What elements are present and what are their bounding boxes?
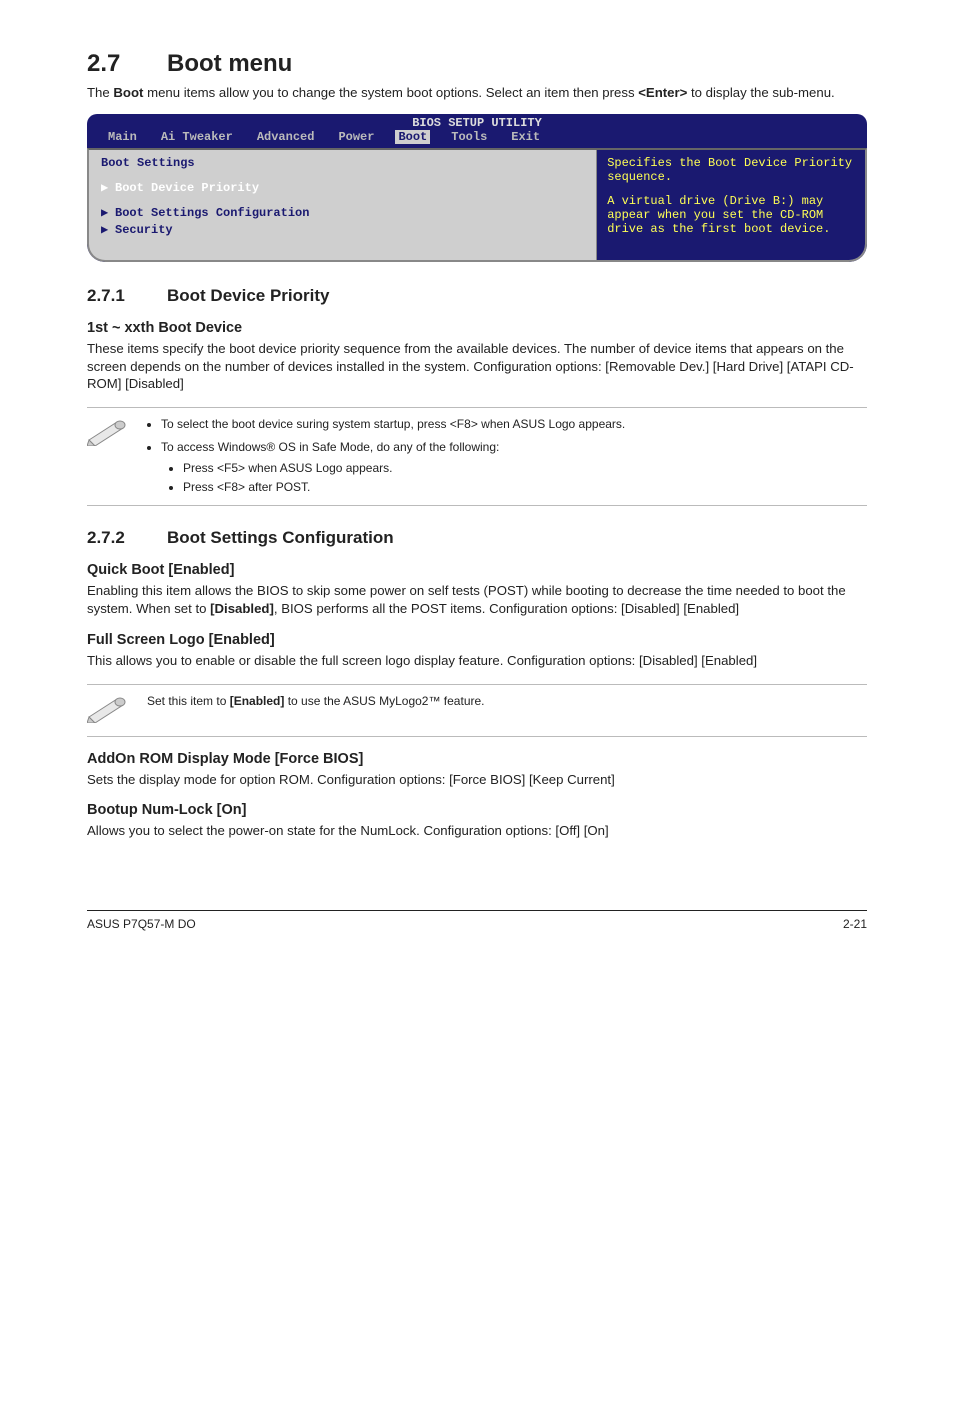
item-body-boot-device: These items specify the boot device prio… (87, 340, 867, 393)
note-block-1: To select the boot device suring system … (87, 407, 867, 506)
bios-help-bottom: A virtual drive (Drive B:) may appear wh… (607, 194, 855, 236)
note2-t1: Set this item to (147, 694, 230, 708)
bios-left-heading: Boot Settings (101, 156, 584, 170)
note2-bold: [Enabled] (230, 694, 285, 708)
item-heading-bootup-numlock: Bootup Num-Lock [On] (87, 802, 867, 818)
item-body-quick-boot: Enabling this item allows the BIOS to sk… (87, 582, 867, 618)
bios-help-top: Specifies the Boot Device Priority seque… (607, 156, 855, 184)
section-title: Boot menu (167, 50, 292, 77)
bios-row-label: Security (115, 223, 173, 237)
pencil-icon (87, 416, 129, 451)
intro-t3: to display the sub-menu. (687, 85, 834, 100)
intro-t2: menu items allow you to change the syste… (143, 85, 638, 100)
intro-b2: <Enter> (638, 85, 687, 100)
bios-tab-main: Main (105, 130, 140, 144)
subsection-title: Boot Device Priority (167, 286, 330, 305)
item-heading-full-screen-logo: Full Screen Logo [Enabled] (87, 632, 867, 648)
item-body-full-screen-logo: This allows you to enable or disable the… (87, 652, 867, 670)
note-line-2: To access Windows® OS in Safe Mode, do a… (161, 439, 625, 456)
arrow-icon: ▶ (101, 180, 115, 195)
footer-right: 2-21 (843, 917, 867, 931)
qb-bold: [Disabled] (210, 601, 274, 616)
bios-title: BIOS SETUP UTILITY (87, 114, 867, 130)
arrow-icon: ▶ (101, 205, 115, 220)
note-subline-b: Press <F8> after POST. (183, 479, 625, 496)
bios-tab-advanced: Advanced (254, 130, 318, 144)
bios-row-security: ▶Security (101, 222, 584, 237)
subsection-heading: 2.7.2Boot Settings Configuration (87, 528, 867, 548)
item-body-addon-rom: Sets the display mode for option ROM. Co… (87, 771, 867, 789)
bios-body: Boot Settings ▶Boot Device Priority ▶Boo… (87, 148, 867, 262)
note-content: Set this item to [Enabled] to use the AS… (147, 693, 485, 710)
section-number: 2.7 (87, 50, 167, 78)
bios-tab-exit: Exit (508, 130, 543, 144)
bios-row-label: Boot Settings Configuration (115, 206, 309, 220)
item-heading-addon-rom: AddOn ROM Display Mode [Force BIOS] (87, 751, 867, 767)
arrow-icon: ▶ (101, 222, 115, 237)
note-subline-a: Press <F5> when ASUS Logo appears. (183, 460, 625, 477)
subsection-title: Boot Settings Configuration (167, 528, 394, 547)
subsection-number: 2.7.1 (87, 286, 167, 306)
bios-row-boot-device-priority: ▶Boot Device Priority (101, 180, 584, 195)
note2-t2: to use the ASUS MyLogo2™ feature. (284, 694, 484, 708)
page-footer: ASUS P7Q57-M DO 2-21 (87, 910, 867, 931)
pencil-icon (87, 693, 129, 728)
bios-left-panel: Boot Settings ▶Boot Device Priority ▶Boo… (89, 150, 597, 260)
intro-b1: Boot (113, 85, 143, 100)
bios-row-label: Boot Device Priority (115, 181, 259, 195)
item-heading-boot-device: 1st ~ xxth Boot Device (87, 320, 867, 336)
intro-t1: The (87, 85, 113, 100)
item-body-bootup-numlock: Allows you to select the power-on state … (87, 822, 867, 840)
subsection-heading: 2.7.1Boot Device Priority (87, 286, 867, 306)
section-intro: The Boot menu items allow you to change … (87, 84, 867, 102)
bios-row-boot-settings-config: ▶Boot Settings Configuration (101, 205, 584, 220)
section-heading: 2.7Boot menu (87, 50, 867, 78)
note-line-1: To select the boot device suring system … (161, 416, 625, 433)
subsection-number: 2.7.2 (87, 528, 167, 548)
bios-screenshot: BIOS SETUP UTILITY Main Ai Tweaker Advan… (87, 114, 867, 262)
bios-tab-bar: Main Ai Tweaker Advanced Power Boot Tool… (87, 130, 867, 148)
qb-t2: , BIOS performs all the POST items. Conf… (274, 601, 739, 616)
bios-help-panel: Specifies the Boot Device Priority seque… (597, 150, 865, 260)
bios-tab-tools: Tools (448, 130, 490, 144)
note-content: To select the boot device suring system … (147, 416, 625, 497)
item-heading-quick-boot: Quick Boot [Enabled] (87, 562, 867, 578)
bios-tab-aitweaker: Ai Tweaker (158, 130, 236, 144)
footer-left: ASUS P7Q57-M DO (87, 917, 196, 931)
bios-tab-power: Power (335, 130, 377, 144)
bios-tab-boot: Boot (395, 130, 430, 144)
note-block-2: Set this item to [Enabled] to use the AS… (87, 684, 867, 737)
